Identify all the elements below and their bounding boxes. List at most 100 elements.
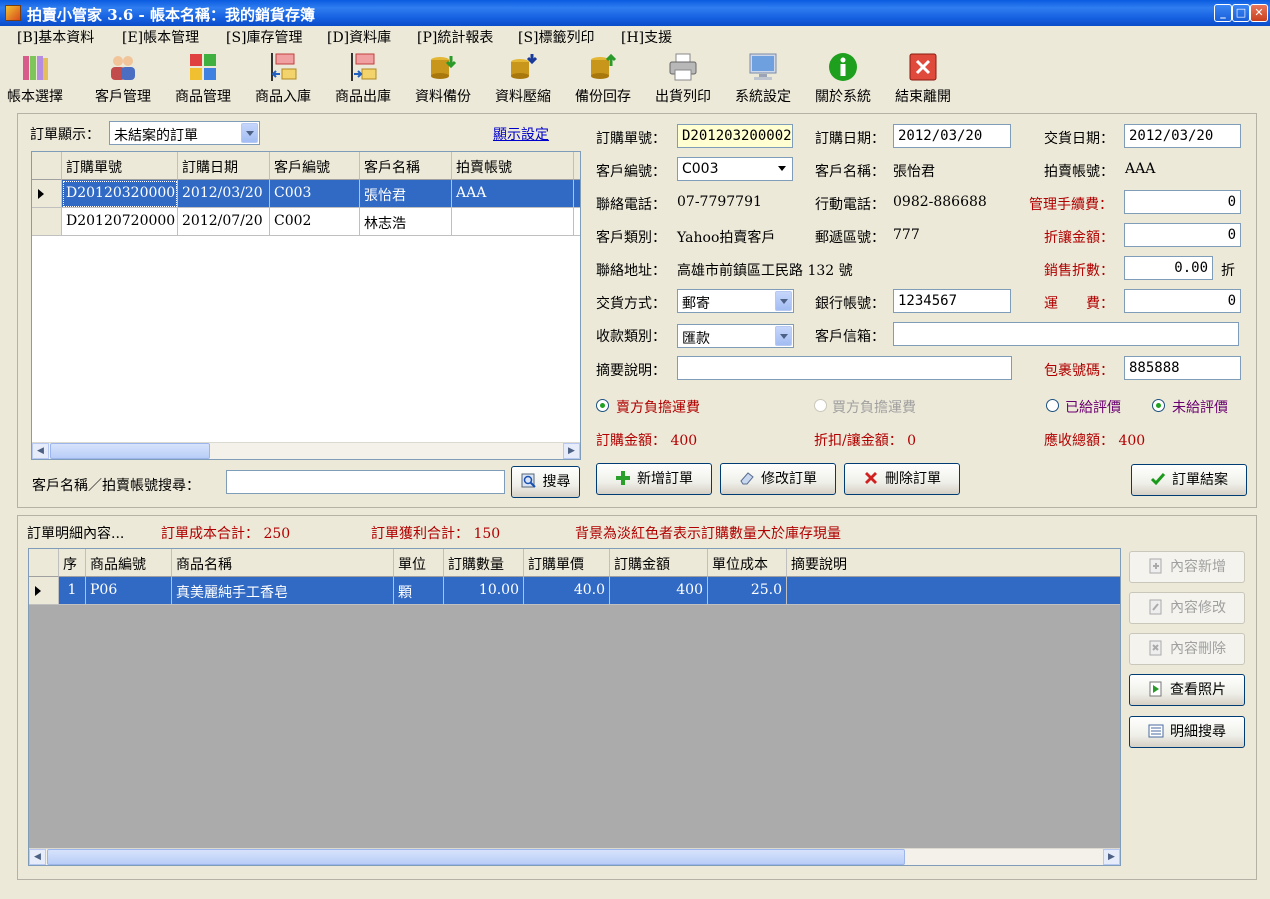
customer-email-field[interactable] — [893, 322, 1239, 346]
customer-search-input[interactable] — [226, 470, 505, 494]
customer-manage-button[interactable]: 客戶管理 — [84, 50, 162, 106]
scroll-left-icon[interactable]: ◀ — [29, 849, 46, 865]
maximize-button[interactable]: □ — [1232, 4, 1250, 22]
seller-pays-radio[interactable] — [596, 399, 609, 412]
stock-in-icon — [271, 53, 297, 81]
scroll-right-icon[interactable]: ▶ — [563, 443, 580, 459]
ledger-select-button[interactable]: 帳本選擇 — [0, 50, 74, 106]
window-title: 拍賣小管家 3.6 - 帳本名稱：我的銷貨存簿 — [27, 6, 315, 24]
scroll-thumb[interactable] — [47, 849, 905, 865]
package-no-field[interactable]: 885888 — [1124, 356, 1241, 380]
order-amount-total: 訂購金額： 400 — [596, 433, 698, 449]
order-grid-header: 訂購單號 訂購日期 客戶編號 客戶名稱 拍賣帳號 — [32, 152, 580, 180]
plus-icon — [616, 471, 630, 485]
menu-support[interactable]: [H]支援 — [621, 27, 672, 47]
menu-basic-data[interactable]: [B]基本資料 — [17, 27, 94, 47]
item-search-button[interactable]: 明細搜尋 — [1129, 716, 1245, 748]
col-memo[interactable]: 摘要說明 — [787, 549, 1120, 577]
customer-name-value: 張怡君 — [893, 164, 935, 180]
bank-account-field[interactable]: 1234567 — [893, 289, 1011, 313]
menu-database[interactable]: [D]資料庫 — [327, 27, 391, 47]
col-unit-cost[interactable]: 單位成本 — [708, 549, 787, 577]
scroll-right-icon[interactable]: ▶ — [1103, 849, 1120, 865]
chevron-down-icon — [241, 123, 258, 143]
shipping-fee-field[interactable]: 0 — [1124, 289, 1241, 313]
col-customer-name[interactable]: 客戶名稱 — [360, 152, 452, 180]
col-amount[interactable]: 訂購金額 — [610, 549, 708, 577]
col-auction-account[interactable]: 拍賣帳號 — [452, 152, 574, 180]
view-photo-button[interactable]: 查看照片 — [1129, 674, 1245, 706]
customer-id-select[interactable]: C003 — [677, 157, 793, 181]
table-row[interactable]: D201203200002 2012/03/20 C003 張怡君 AAA — [32, 180, 580, 208]
col-product-name[interactable]: 商品名稱 — [172, 549, 394, 577]
phone-value: 07-7797791 — [677, 194, 762, 210]
delete-order-button[interactable]: 刪除訂單 — [844, 463, 960, 495]
order-date-field[interactable]: 2012/03/20 — [893, 124, 1011, 148]
edit-order-button[interactable]: 修改訂單 — [720, 463, 836, 495]
close-order-button[interactable]: 訂單結案 — [1131, 464, 1247, 496]
items-grid-hscrollbar[interactable]: ◀ ▶ — [29, 848, 1120, 865]
stock-in-button[interactable]: 商品入庫 — [244, 50, 322, 106]
col-product-id[interactable]: 商品編號 — [86, 549, 172, 577]
scroll-left-icon[interactable]: ◀ — [32, 443, 49, 459]
payment-type-select[interactable]: 匯款 — [677, 324, 794, 348]
add-order-button[interactable]: 新增訂單 — [596, 463, 712, 495]
menu-inventory[interactable]: [S]庫存管理 — [226, 27, 303, 47]
exit-button[interactable]: 結束離開 — [884, 50, 962, 106]
order-filter-label: 訂單顯示： — [30, 127, 100, 143]
col-unit-price[interactable]: 訂購單價 — [524, 549, 610, 577]
delivery-method-select[interactable]: 郵寄 — [677, 289, 794, 313]
product-manage-button[interactable]: 商品管理 — [164, 50, 242, 106]
table-row[interactable]: D201207200001 2012/07/20 C002 林志浩 — [32, 208, 580, 236]
order-filter-select[interactable]: 未結案的訂單 — [109, 121, 260, 145]
edit-item-button[interactable]: 內容修改 — [1129, 592, 1245, 624]
address-value: 高雄市前鎮區工民路 132 號 — [677, 263, 853, 279]
delivery-date-field[interactable]: 2012/03/20 — [1124, 124, 1241, 148]
col-customer-id[interactable]: 客戶編號 — [270, 152, 360, 180]
fee-field[interactable]: 0 — [1124, 190, 1241, 214]
display-settings-link[interactable]: 顯示設定 — [493, 124, 549, 144]
order-no-field[interactable]: D201203200002 — [677, 124, 793, 148]
discount-rate-field[interactable]: 0.00 — [1124, 256, 1213, 280]
minimize-button[interactable]: _ — [1214, 4, 1232, 22]
mobile-value: 0982-886688 — [893, 194, 987, 210]
discount-amount-field[interactable]: 0 — [1124, 223, 1241, 247]
system-settings-button[interactable]: 系統設定 — [724, 50, 802, 106]
close-button[interactable]: ✕ — [1250, 4, 1268, 22]
scroll-thumb[interactable] — [50, 443, 210, 459]
restore-backup-button[interactable]: 備份回存 — [564, 50, 642, 106]
memo-field[interactable] — [677, 356, 1012, 380]
buyer-pays-radio[interactable] — [814, 399, 827, 412]
product-grid-icon — [190, 54, 216, 80]
app-icon — [5, 5, 21, 21]
data-backup-button[interactable]: 資料備份 — [404, 50, 482, 106]
shipping-print-button[interactable]: 出貨列印 — [644, 50, 722, 106]
info-icon — [829, 53, 857, 81]
order-grid-hscrollbar[interactable]: ◀ ▶ — [32, 442, 580, 459]
col-seq[interactable]: 序 — [59, 549, 86, 577]
receivable-total: 應收總額： 400 — [1044, 433, 1146, 449]
stock-note: 背景為淡紅色者表示訂購數量大於庫存現量 — [575, 526, 841, 542]
col-order-no[interactable]: 訂購單號 — [62, 152, 178, 180]
add-item-button[interactable]: 內容新增 — [1129, 551, 1245, 583]
menu-ledger[interactable]: [E]帳本管理 — [122, 27, 199, 47]
add-item-icon — [1149, 558, 1162, 574]
row-header-corner — [32, 152, 62, 180]
about-system-button[interactable]: 關於系統 — [804, 50, 882, 106]
stock-out-button[interactable]: 商品出庫 — [324, 50, 402, 106]
col-quantity[interactable]: 訂購數量 — [444, 549, 524, 577]
backup-icon — [431, 56, 457, 79]
col-unit[interactable]: 單位 — [394, 549, 444, 577]
items-grid-header: 序 商品編號 商品名稱 單位 訂購數量 訂購單價 訂購金額 單位成本 摘要說明 — [29, 549, 1120, 577]
rated-radio[interactable] — [1046, 399, 1059, 412]
printer-icon — [669, 53, 697, 81]
table-row[interactable]: 1 P06 真美麗純手工香皂 顆 10.00 40.0 400 25.0 — [29, 577, 1120, 605]
delete-item-button[interactable]: 內容刪除 — [1129, 633, 1245, 665]
search-button[interactable]: 搜尋 — [511, 466, 580, 498]
not-rated-radio[interactable] — [1152, 399, 1165, 412]
zip-value: 777 — [893, 227, 920, 243]
data-compress-button[interactable]: 資料壓縮 — [484, 50, 562, 106]
col-order-date[interactable]: 訂購日期 — [178, 152, 270, 180]
menu-reports[interactable]: [P]統計報表 — [417, 27, 493, 47]
menu-labels[interactable]: [S]標籤列印 — [518, 27, 595, 47]
